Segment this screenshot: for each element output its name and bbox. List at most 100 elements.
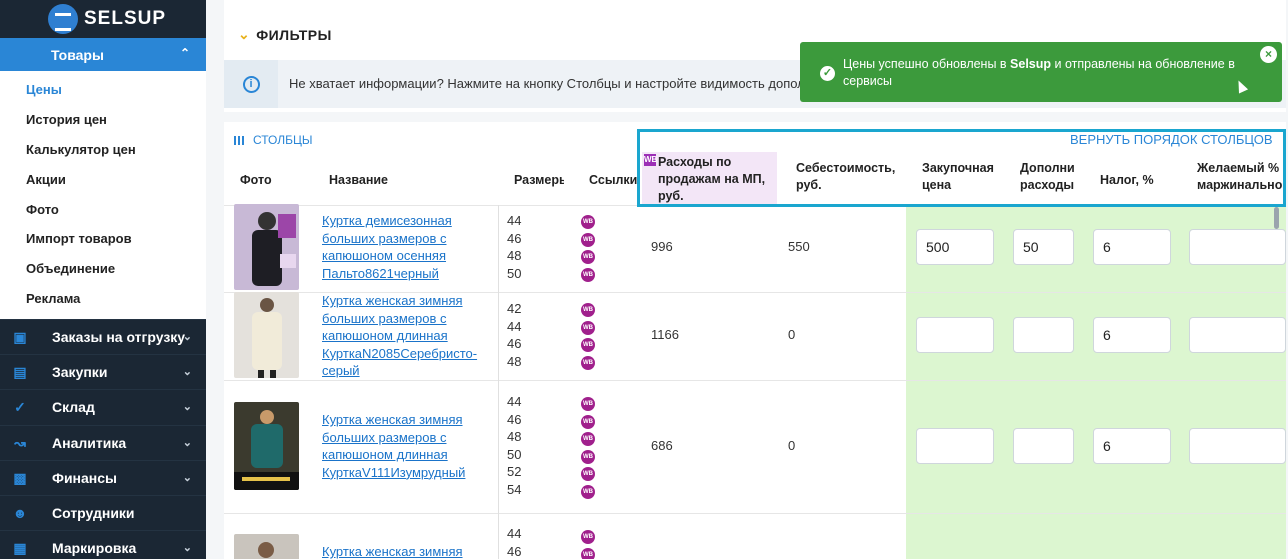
product-name-link[interactable]: Куртка женская зимняя больших размеров с… [322,411,482,481]
header-name[interactable]: Название [329,172,388,189]
header-links[interactable]: Ссылки [589,172,637,189]
toast-message-text: Цены успешно обновлены в [843,57,1011,71]
size-value: 44 [507,318,522,334]
size-value: 46 [507,543,522,559]
row-divider [224,513,1286,514]
chevron-down-icon: ⌄ [182,436,192,449]
box-icon: ▣ [13,329,27,345]
nav-item-employees[interactable]: ☻ Сотрудники [0,494,206,530]
header-cost[interactable]: Себестоимость, руб. [796,160,911,194]
wb-link-icon[interactable]: WB [581,414,595,429]
product-name-link[interactable]: Куртка женская зимняя [322,543,482,559]
wb-link-icon[interactable]: WB [581,449,595,464]
reset-columns-link[interactable]: ВЕРНУТЬ ПОРЯДОК СТОЛБЦОВ [1070,132,1273,147]
tax-input[interactable]: 6 [1093,317,1171,353]
nav-item-orders[interactable]: ▣ Заказы на отгрузку ⌄ [0,319,206,354]
nav-section-products[interactable]: Товары ⌃ [0,38,206,71]
logo-text: SELSUP [84,8,167,29]
margin-input[interactable] [1189,317,1286,353]
nav-item-label: Маркировка [52,540,137,557]
wb-link-icon[interactable]: WB [581,530,595,544]
wb-link-icon[interactable]: WB [581,397,595,411]
chevron-down-icon: ⌄ [182,471,192,484]
wb-links: WB WB WB WB [581,215,597,285]
filters-toggle[interactable]: ⌄ ФИЛЬТРЫ [238,26,332,43]
wb-links: WB WB WB WB [581,303,597,373]
nav-item-warehouse[interactable]: ✓ Склад ⌄ [0,389,206,424]
logo[interactable]: SELSUP [0,0,206,38]
wb-link-icon[interactable]: WB [581,215,595,229]
purchase-price-input[interactable] [916,317,994,353]
header-tax[interactable]: Налог, % [1100,172,1154,189]
wb-link-icon[interactable]: WB [581,250,595,265]
info-text: Не хватает информации? Нажмите на кнопку… [289,76,833,91]
size-value: 54 [507,481,522,497]
nav-item-analytics[interactable]: ↝ Аналитика ⌄ [0,424,206,460]
product-photo[interactable] [234,292,299,378]
product-photo[interactable] [234,534,299,559]
purchase-price-input[interactable] [916,428,994,464]
margin-input[interactable] [1189,229,1286,265]
wb-link-icon[interactable]: WB [581,432,595,447]
scan-icon: ▦ [13,540,27,557]
nav-item-finance[interactable]: ▩ Финансы ⌄ [0,459,206,495]
nav-item-label: Финансы [52,469,117,486]
extra-expenses-input[interactable] [1013,428,1074,464]
extra-expenses-input[interactable]: 50 [1013,229,1074,265]
scrollbar[interactable] [1274,207,1279,229]
wb-link-icon[interactable]: WB [581,267,595,282]
user-icon: ☻ [12,504,28,521]
cart-icon: ▤ [13,364,27,381]
submenu-item-prices[interactable]: Цены [0,75,206,105]
products-submenu: Цены История цен Калькулятор цен Акции Ф… [0,71,206,319]
submenu-item-price-history[interactable]: История цен [0,105,206,135]
cost-value: 0 [788,438,796,453]
sidebar: SELSUP Товары ⌃ Цены История цен Калькул… [0,0,206,559]
product-name-link[interactable]: Куртка демисезонная больших размеров с к… [322,212,482,282]
margin-input[interactable] [1189,428,1286,464]
extra-expenses-input[interactable] [1013,317,1074,353]
submenu-item-promotions[interactable]: Акции [0,164,206,194]
submenu-item-merge[interactable]: Объединение [0,254,206,284]
wb-link-icon[interactable]: WB [581,467,595,482]
nav-item-label: Сотрудники [52,505,135,522]
product-name-link[interactable]: Куртка женская зимняя больших размеров с… [322,292,482,380]
wb-link-icon[interactable]: WB [581,338,595,353]
wb-link-icon[interactable]: WB [581,320,595,335]
product-photo[interactable] [234,402,299,490]
wb-link-icon[interactable]: WB [581,547,595,559]
nav-section-label: Товары [51,46,104,63]
nav-item-marking[interactable]: ▦ Маркировка ⌄ [0,530,206,559]
logo-icon [48,4,78,34]
chevron-down-icon: ⌄ [182,401,192,414]
tax-input[interactable]: 6 [1093,428,1171,464]
wb-link-icon[interactable]: WB [581,232,595,247]
header-mp-expenses[interactable]: WB Расходы по продажам на МП, руб. [642,152,777,205]
columns-button-label: СТОЛБЦЫ [253,133,313,147]
wb-link-icon[interactable]: WB [581,355,595,370]
header-margin[interactable]: Желаемый % маржинально [1197,160,1286,194]
nav-item-label: Аналитика [52,434,127,451]
sizes-list: 44 46 48 50 [507,212,537,282]
product-photo[interactable] [234,204,299,290]
header-extra-expenses[interactable]: Дополни расходы [1020,160,1080,194]
double-chevron-down-icon: ⌄ [238,26,251,42]
submenu-item-photo[interactable]: Фото [0,194,206,224]
submenu-item-price-calculator[interactable]: Калькулятор цен [0,135,206,165]
wb-link-icon[interactable]: WB [581,484,595,499]
header-photo[interactable]: Фото [240,172,272,189]
wb-link-icon[interactable]: WB [581,303,595,317]
submenu-item-ads[interactable]: Реклама [0,284,206,314]
wb-links: WB WB WB WB WB WB [581,397,597,503]
purchase-price-input[interactable]: 500 [916,229,994,265]
check-circle-icon: ✓ [820,66,835,81]
wb-links: WB WB [581,530,597,559]
submenu-item-import[interactable]: Импорт товаров [0,224,206,254]
close-icon[interactable]: × [1260,46,1277,63]
size-value: 48 [507,353,522,369]
tax-input[interactable]: 6 [1093,229,1171,265]
columns-button[interactable]: СТОЛБЦЫ [234,133,313,147]
header-purchase-price[interactable]: Закупочная цена [922,160,1002,194]
nav-item-purchases[interactable]: ▤ Закупки ⌄ [0,354,206,389]
header-sizes[interactable]: Размеры [514,172,564,189]
